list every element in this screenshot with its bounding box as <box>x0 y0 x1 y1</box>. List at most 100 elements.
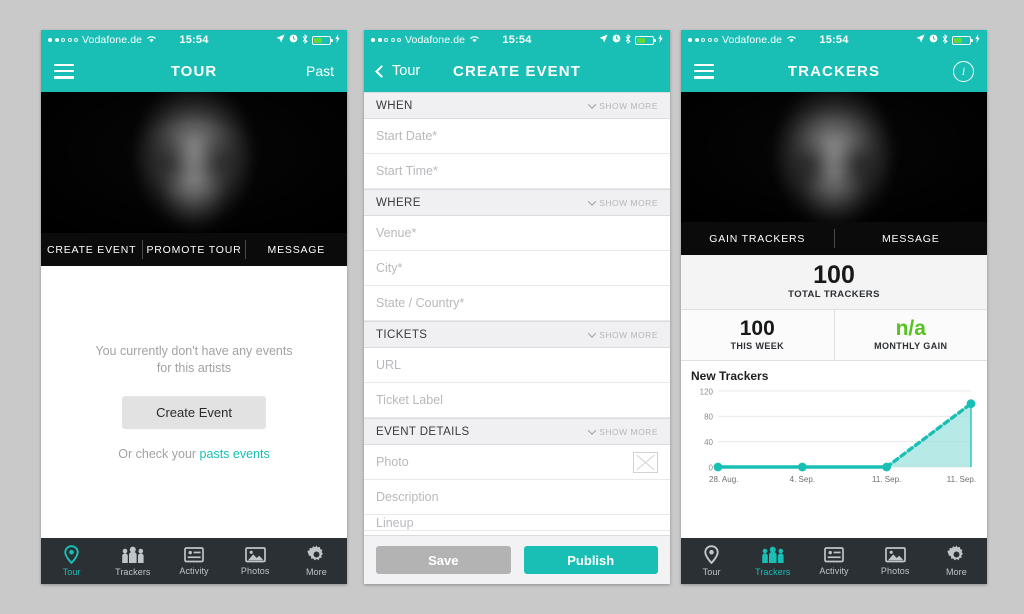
info-icon: i <box>953 60 974 82</box>
battery-icon <box>635 35 656 45</box>
hero-action-bar: CREATE EVENT PROMOTE TOUR MESSAGE <box>41 233 347 266</box>
show-more-where[interactable]: SHOW MORE <box>587 196 658 208</box>
photo-icon <box>884 546 906 563</box>
past-events-prefix: Or check your <box>118 446 200 461</box>
tab-photos[interactable]: Photos <box>865 546 926 576</box>
menu-icon[interactable] <box>694 63 714 79</box>
state-country-field[interactable]: State / Country* <box>364 286 670 321</box>
show-more-label: SHOW MORE <box>599 100 658 111</box>
show-more-tickets[interactable]: SHOW MORE <box>587 328 658 340</box>
past-events-link[interactable]: pasts events <box>200 447 270 461</box>
total-trackers-caption: TOTAL TRACKERS <box>788 289 880 301</box>
image-placeholder-icon <box>633 451 658 473</box>
tab-more[interactable]: More <box>286 545 347 577</box>
tab-label: Photos <box>240 566 270 576</box>
status-bar-right <box>599 33 663 47</box>
publish-button[interactable]: Publish <box>523 546 658 574</box>
chart-title: New Trackers <box>691 369 769 384</box>
empty-state: You currently don't have any events for … <box>41 343 347 461</box>
tab-label: More <box>305 567 327 577</box>
status-bar: Vodafone.de 15:54 <box>41 30 347 50</box>
chevron-down-icon <box>587 196 597 206</box>
photo-field-label: Photo <box>376 455 409 469</box>
venue-field[interactable]: Venue* <box>364 216 670 251</box>
show-more-when[interactable]: SHOW MORE <box>587 99 658 111</box>
svg-text:11. Sep.: 11. Sep. <box>947 475 976 484</box>
svg-text:40: 40 <box>704 438 713 447</box>
ticket-url-field[interactable]: URL <box>364 348 670 383</box>
tab-trackers[interactable]: Trackers <box>102 545 163 577</box>
monthly-gain-value: n/a <box>895 317 926 341</box>
map-pin-icon <box>703 545 720 564</box>
tab-activity[interactable]: Activity <box>163 546 224 576</box>
alarm-icon <box>289 34 298 46</box>
message-action[interactable]: MESSAGE <box>835 222 988 255</box>
create-event-button[interactable]: Create Event <box>122 395 266 429</box>
chevron-down-icon <box>587 99 597 109</box>
alarm-icon <box>612 34 621 46</box>
show-more-event-details[interactable]: SHOW MORE <box>587 425 658 437</box>
tab-tour[interactable]: Tour <box>41 545 102 577</box>
message-action[interactable]: MESSAGE <box>246 233 347 266</box>
phone-screen-tour: Vodafone.de 15:54 TOUR Past CREATE EVENT… <box>41 30 347 584</box>
people-group-icon <box>121 545 145 564</box>
past-events-line: Or check your pasts events <box>65 447 323 461</box>
status-bar: Vodafone.de 15:54 <box>681 30 987 50</box>
phone-screen-create-event: Vodafone.de 15:54 Tour CREATE EVENT WHEN… <box>364 30 670 584</box>
start-time-field[interactable]: Start Time* <box>364 154 670 189</box>
tab-photos[interactable]: Photos <box>225 546 286 576</box>
start-date-field[interactable]: Start Date* <box>364 119 670 154</box>
alarm-icon <box>929 34 938 46</box>
info-button[interactable]: i <box>953 60 974 82</box>
svg-text:4. Sep.: 4. Sep. <box>790 475 815 484</box>
hero-vignette <box>681 92 987 222</box>
this-week-value: 100 <box>739 317 775 341</box>
artist-hero-photo <box>681 92 987 222</box>
city-field[interactable]: City* <box>364 251 670 286</box>
battery-icon <box>952 35 973 45</box>
total-trackers-value: 100 <box>813 261 855 289</box>
show-more-label: SHOW MORE <box>599 426 658 437</box>
description-field[interactable]: Description <box>364 480 670 515</box>
back-button[interactable]: Tour <box>375 63 420 79</box>
gear-icon <box>947 545 966 564</box>
svg-text:80: 80 <box>704 413 713 422</box>
svg-text:0: 0 <box>709 464 714 473</box>
monthly-gain-stat: n/a MONTHLY GAIN <box>833 310 988 361</box>
lineup-field[interactable]: Lineup <box>364 515 670 531</box>
charging-bolt-icon <box>335 34 340 46</box>
section-title: WHEN <box>376 99 413 112</box>
ticket-label-field[interactable]: Ticket Label <box>364 383 670 418</box>
save-button[interactable]: Save <box>376 546 511 574</box>
people-group-icon <box>761 545 785 564</box>
tab-label: More <box>945 567 967 577</box>
create-event-form: WHEN SHOW MORE Start Date* Start Time* W… <box>364 92 670 535</box>
page-title: TRACKERS <box>787 62 881 80</box>
map-pin-icon <box>63 545 80 564</box>
tab-trackers[interactable]: Trackers <box>742 545 803 577</box>
tab-label: Trackers <box>755 567 791 577</box>
this-week-caption: THIS WEEK <box>730 341 785 352</box>
tab-activity[interactable]: Activity <box>803 546 864 576</box>
empty-state-body: You currently don't have any events for … <box>41 266 347 538</box>
gain-trackers-action[interactable]: GAIN TRACKERS <box>681 222 834 255</box>
photo-field[interactable]: Photo <box>364 445 670 480</box>
tab-more[interactable]: More <box>926 545 987 577</box>
photo-icon <box>244 546 266 563</box>
past-button[interactable]: Past <box>306 63 334 79</box>
create-event-action[interactable]: CREATE EVENT <box>41 233 142 266</box>
bottom-tab-bar: Tour Trackers Activity Photos More <box>681 538 987 584</box>
hero-action-bar: GAIN TRACKERS MESSAGE <box>681 222 987 255</box>
empty-state-line2: for this artists <box>156 361 232 375</box>
location-arrow-icon <box>916 34 925 46</box>
this-week-stat: 100 THIS WEEK <box>681 310 834 360</box>
svg-text:120: 120 <box>700 388 714 397</box>
section-title: TICKETS <box>376 328 428 341</box>
battery-icon <box>312 35 333 45</box>
menu-icon[interactable] <box>54 63 74 79</box>
activity-card-icon <box>184 546 204 563</box>
promote-tour-action[interactable]: PROMOTE TOUR <box>143 233 244 266</box>
activity-card-icon <box>824 546 844 563</box>
tab-tour[interactable]: Tour <box>681 545 742 577</box>
bluetooth-icon <box>302 33 308 47</box>
